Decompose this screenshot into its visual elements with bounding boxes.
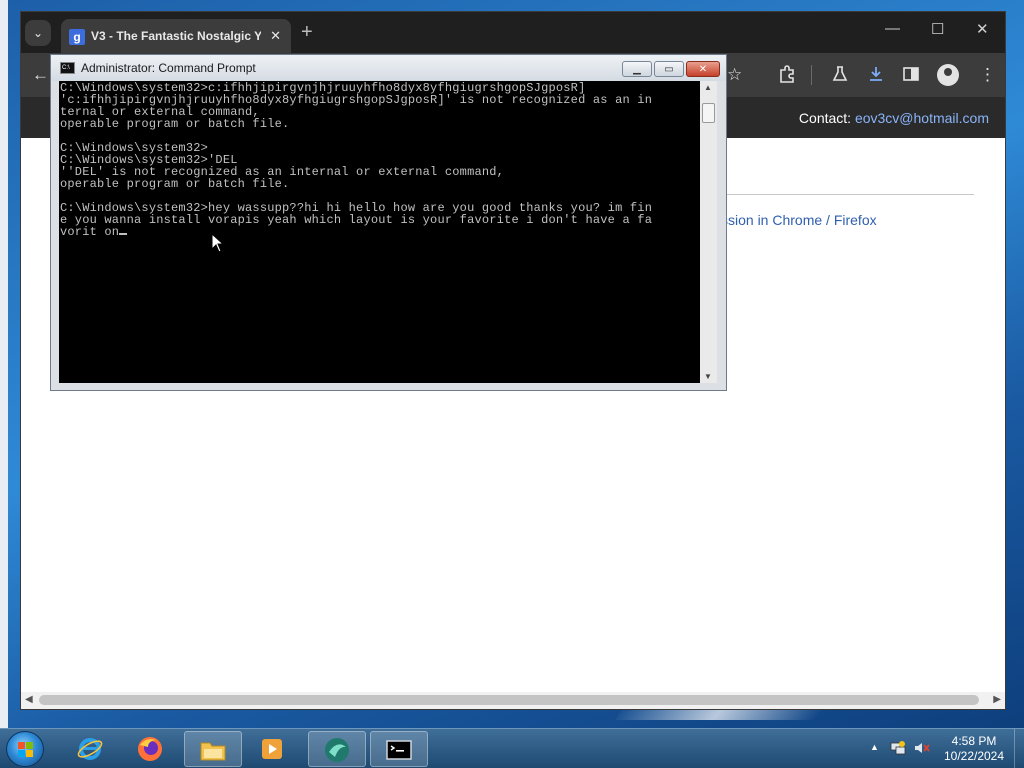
browser-version-link[interactable]: ssion in Chrome / Firefox — [721, 212, 877, 228]
scroll-left-icon[interactable]: ◀ — [25, 694, 33, 705]
tab-close-icon[interactable]: ✕ — [270, 28, 281, 44]
taskbar: ▲ 4:58 PM 10/22/2024 — [0, 728, 1024, 768]
cmd-vertical-scrollbar[interactable]: ▲ ▼ — [700, 81, 717, 383]
cmd-minimize-button[interactable]: ▁ — [622, 61, 652, 77]
mouse-pointer-icon — [211, 233, 225, 253]
clock-time: 4:58 PM — [951, 734, 997, 748]
internet-explorer-icon — [77, 738, 103, 760]
browser-tab[interactable]: g V3 - The Fantastic Nostalgic Yo ✕ — [61, 19, 291, 53]
cmd-maximize-button[interactable]: ▭ — [654, 61, 684, 77]
network-icon[interactable] — [890, 740, 906, 756]
clock-date: 10/22/2024 — [943, 749, 1005, 763]
tab-title: V3 - The Fantastic Nostalgic Yo — [91, 29, 261, 43]
scroll-up-icon[interactable]: ▲ — [704, 83, 712, 92]
cmd-scrollbar-thumb[interactable] — [702, 103, 715, 123]
scroll-right-icon[interactable]: ▶ — [993, 694, 1001, 705]
contact-info: Contact: eov3cv@hotmail.com — [799, 110, 989, 126]
globe-app-icon — [325, 738, 349, 762]
cmd-titlebar[interactable]: C:\ Administrator: Command Prompt ▁ ▭ ✕ — [51, 55, 726, 81]
close-window-button[interactable]: ✕ — [976, 20, 989, 38]
chevron-down-icon: ⌄ — [32, 26, 44, 40]
menu-icon[interactable]: ⋮ — [979, 65, 996, 85]
back-arrow-icon[interactable]: ← — [32, 65, 49, 85]
labs-icon[interactable] — [831, 65, 849, 88]
taskbar-file-explorer[interactable] — [184, 731, 242, 767]
download-icon[interactable] — [867, 65, 885, 88]
scrollbar-thumb[interactable] — [39, 695, 979, 705]
new-tab-button[interactable]: + — [301, 21, 313, 44]
cmd-window-icon: C:\ — [60, 62, 75, 74]
star-icon[interactable]: ☆ — [727, 65, 742, 85]
cmd-close-button[interactable]: ✕ — [686, 61, 720, 77]
folder-icon — [200, 742, 226, 761]
start-button[interactable] — [6, 731, 44, 767]
tab-search-button[interactable]: ⌄ — [25, 20, 51, 46]
maximize-window-button[interactable]: ☐ — [931, 20, 944, 38]
cmd-console[interactable]: C:\Windows\system32>c:ifhhjipirgvnjhjruu… — [59, 81, 700, 383]
contact-email-link[interactable]: eov3cv@hotmail.com — [855, 110, 989, 126]
text-cursor — [119, 233, 128, 235]
taskbar-app-globe[interactable] — [308, 731, 366, 767]
tab-strip: ⌄ g V3 - The Fantastic Nostalgic Yo ✕ + … — [21, 12, 1005, 53]
show-hidden-icons-arrow[interactable]: ▲ — [870, 742, 879, 752]
taskbar-command-prompt[interactable] — [370, 731, 428, 767]
system-clock[interactable]: 4:58 PM 10/22/2024 — [936, 734, 1012, 764]
firefox-icon — [138, 737, 162, 761]
taskbar-internet-explorer[interactable] — [62, 731, 120, 767]
toolbar-divider — [811, 65, 812, 85]
volume-muted-icon[interactable] — [914, 740, 930, 756]
taskbar-firefox[interactable] — [122, 731, 180, 767]
cmd-window-title: Administrator: Command Prompt — [81, 61, 256, 75]
tab-favicon-icon: g — [69, 29, 85, 45]
page-divider — [721, 194, 974, 195]
side-panel-icon[interactable] — [902, 65, 920, 88]
taskbar-media-player[interactable] — [244, 731, 302, 767]
horizontal-scrollbar[interactable]: ◀ ▶ — [21, 692, 1005, 709]
windows-logo-icon — [18, 742, 34, 758]
minimize-window-button[interactable]: — — [885, 20, 900, 37]
media-player-icon — [262, 739, 282, 759]
profile-icon[interactable] — [937, 64, 959, 86]
extensions-icon[interactable] — [778, 65, 796, 88]
show-desktop-button[interactable] — [1014, 729, 1024, 768]
cmd-output-text: C:\Windows\system32>c:ifhhjipirgvnjhjruu… — [60, 81, 653, 239]
contact-label: Contact: — [798, 110, 852, 126]
scroll-down-icon[interactable]: ▼ — [704, 372, 712, 381]
background-window-edge — [0, 0, 8, 728]
command-prompt-icon — [386, 740, 412, 760]
command-prompt-window: C:\ Administrator: Command Prompt ▁ ▭ ✕ … — [50, 54, 727, 391]
